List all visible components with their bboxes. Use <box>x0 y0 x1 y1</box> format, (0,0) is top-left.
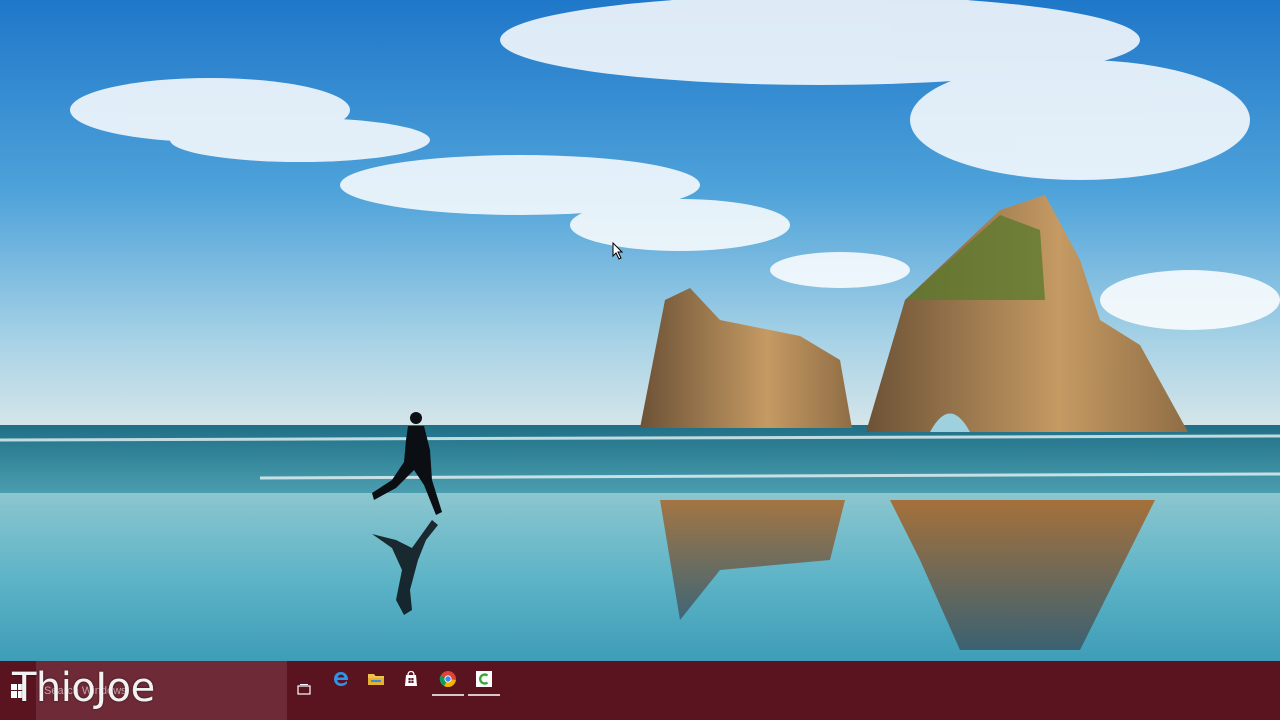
taskbar-pin-store[interactable] <box>393 662 429 696</box>
edge-icon <box>334 672 349 686</box>
running-indicator <box>432 694 464 696</box>
camtasia-icon <box>476 671 492 687</box>
channel-watermark: ThioJoe <box>12 665 155 711</box>
task-view-icon <box>297 684 311 695</box>
taskbar: Search Windows <box>0 661 1280 720</box>
store-icon <box>405 670 417 686</box>
taskbar-pin-edge[interactable] <box>323 662 359 696</box>
chrome-icon <box>439 671 456 688</box>
taskbar-pin-file-explorer[interactable] <box>358 662 394 696</box>
mouse-cursor-icon <box>612 242 624 260</box>
wallpaper <box>0 0 1280 661</box>
taskbar-pin-camtasia[interactable] <box>466 662 502 696</box>
task-view-button[interactable] <box>292 676 316 704</box>
running-indicator <box>468 694 500 696</box>
taskbar-pin-chrome[interactable] <box>430 662 466 696</box>
desktop[interactable] <box>0 0 1280 661</box>
folder-icon <box>368 674 384 685</box>
